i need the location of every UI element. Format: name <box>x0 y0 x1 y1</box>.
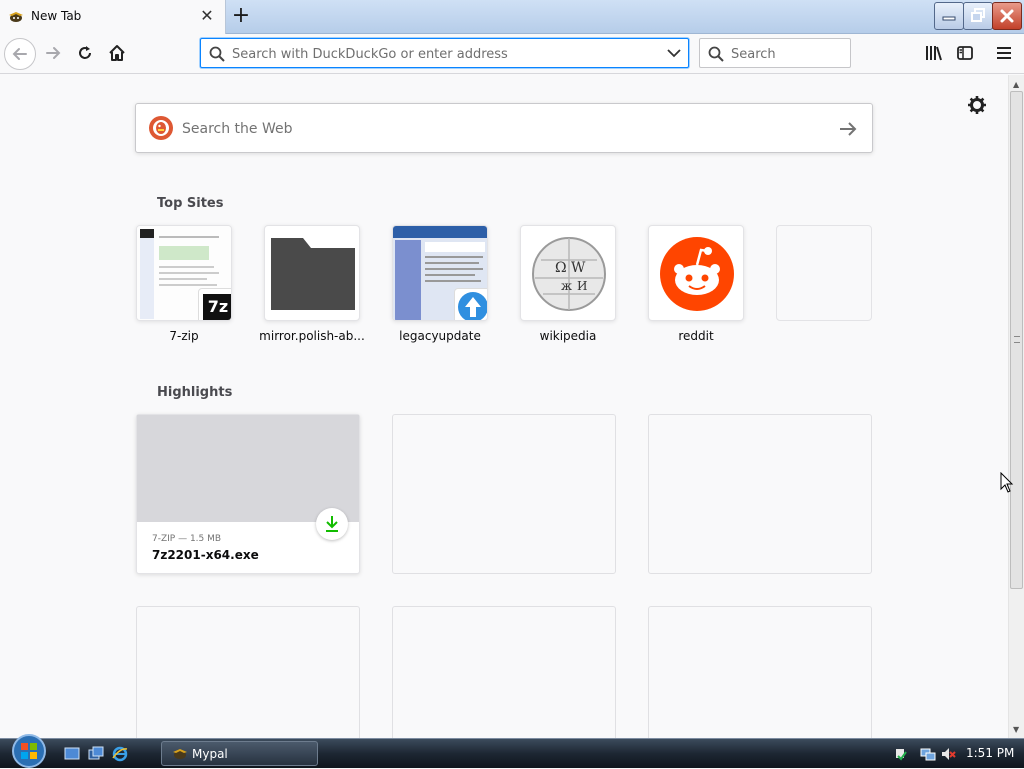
taskbar-clock[interactable]: 1:51 PM <box>966 746 1014 760</box>
empty-site-slot <box>776 225 872 321</box>
sidebar-icon <box>957 46 973 60</box>
close-icon <box>1000 9 1014 23</box>
minimize-button[interactable] <box>934 2 964 30</box>
library-icon <box>926 46 942 61</box>
gear-icon[interactable] <box>967 95 987 115</box>
windows-start-orb-icon[interactable] <box>8 733 50 769</box>
highlights-heading: Highlights <box>157 385 233 400</box>
show-desktop-icon[interactable] <box>64 746 80 762</box>
vertical-scrollbar[interactable]: ▲ ▼ <box>1008 75 1024 738</box>
site-thumbnail: 7z <box>136 225 232 321</box>
site-label: wikipedia <box>539 329 597 343</box>
svg-text:Ω: Ω <box>555 260 567 276</box>
close-window-button[interactable] <box>992 2 1022 30</box>
hamburger-menu-icon <box>997 47 1011 59</box>
taskbar-button-label: Mypal <box>192 747 228 761</box>
new-tab-page: Top Sites 7z 7-zip <box>0 75 1008 738</box>
navigation-toolbar <box>0 34 1024 74</box>
forward-arrow-icon <box>46 47 61 59</box>
top-site-legacyupdate[interactable]: legacyupdate <box>392 225 488 343</box>
top-site-empty[interactable] <box>776 225 872 321</box>
highlight-context: 7-ZIP — 1.5 MB <box>152 534 222 544</box>
site-thumbnail: Ω W ж И <box>520 225 616 321</box>
sidebar-button[interactable] <box>950 38 982 70</box>
back-button[interactable] <box>4 38 36 70</box>
internet-explorer-icon[interactable] <box>112 746 128 762</box>
mypal-icon <box>173 749 187 759</box>
volume-muted-icon[interactable] <box>940 746 956 762</box>
highlight-preview <box>137 415 359 522</box>
download-badge <box>316 508 348 540</box>
tab-title: New Tab <box>31 9 82 23</box>
switch-windows-icon[interactable] <box>88 746 104 762</box>
minimize-icon <box>942 16 956 21</box>
site-thumbnail <box>264 225 360 321</box>
restore-button[interactable] <box>963 2 993 30</box>
tab-new-tab[interactable]: New Tab ✕ <box>0 0 226 34</box>
forward-button[interactable] <box>38 38 70 70</box>
update-arrow-icon <box>454 288 487 320</box>
site-label: 7-zip <box>169 329 199 343</box>
folder-icon <box>271 238 355 310</box>
highlight-placeholder <box>648 414 872 574</box>
7zip-logo-icon: 7z <box>198 288 231 320</box>
highlight-placeholder <box>392 414 616 574</box>
menu-button[interactable] <box>989 38 1021 70</box>
highlight-placeholder <box>648 606 872 738</box>
highlight-placeholder <box>136 606 360 738</box>
top-site-mirror[interactable]: mirror.polish-ab... <box>259 225 365 343</box>
svg-text:ж: ж <box>561 279 572 293</box>
taskbar-button-mypal[interactable]: Mypal <box>161 741 318 766</box>
chevron-down-icon[interactable] <box>667 48 681 58</box>
top-site-reddit[interactable]: reddit <box>648 225 744 343</box>
mypal-icon <box>9 12 23 22</box>
scrollbar-thumb[interactable] <box>1010 91 1023 589</box>
title-bar: New Tab ✕ + <box>0 0 1024 34</box>
web-search-input[interactable] <box>182 119 782 139</box>
site-label: legacyupdate <box>399 329 481 343</box>
top-sites-heading: Top Sites <box>157 196 224 211</box>
duckduckgo-icon <box>149 116 173 140</box>
reddit-logo-icon <box>660 237 734 311</box>
address-bar[interactable] <box>200 38 689 68</box>
back-arrow-icon <box>12 48 27 60</box>
new-tab-button[interactable]: + <box>228 4 254 30</box>
search-input[interactable] <box>731 45 841 63</box>
address-input[interactable] <box>232 45 652 63</box>
top-site-7zip[interactable]: 7z 7-zip <box>136 225 232 343</box>
search-icon <box>209 46 225 62</box>
library-button[interactable] <box>918 38 950 70</box>
highlight-card-download[interactable]: 7-ZIP — 1.5 MB 7z2201-x64.exe <box>136 414 360 574</box>
reload-button[interactable] <box>70 38 102 70</box>
taskbar: Mypal 1:51 PM <box>0 734 1024 768</box>
site-thumbnail <box>648 225 744 321</box>
mouse-pointer-icon <box>1000 472 1014 493</box>
wikipedia-globe-icon: Ω W ж И <box>532 237 606 311</box>
action-center-icon[interactable] <box>892 746 908 762</box>
web-search-box[interactable] <box>135 103 873 153</box>
scroll-up-arrow-icon[interactable]: ▲ <box>1013 80 1019 89</box>
svg-text:И: И <box>577 279 587 293</box>
reload-icon <box>79 46 91 59</box>
site-label: mirror.polish-ab... <box>259 329 365 343</box>
scroll-down-arrow-icon[interactable]: ▼ <box>1013 725 1019 734</box>
highlight-placeholder <box>392 606 616 738</box>
download-icon <box>326 516 338 532</box>
arrow-right-icon[interactable] <box>838 119 858 139</box>
home-button[interactable] <box>102 38 134 70</box>
highlight-filename: 7z2201-x64.exe <box>152 548 259 562</box>
search-icon <box>708 46 724 62</box>
tab-close-icon[interactable]: ✕ <box>198 6 216 26</box>
site-thumbnail <box>392 225 488 321</box>
search-bar[interactable] <box>699 38 851 68</box>
top-site-wikipedia[interactable]: Ω W ж И wikipedia <box>520 225 616 343</box>
restore-icon <box>971 8 985 22</box>
site-label: reddit <box>678 329 714 343</box>
home-icon <box>109 45 125 61</box>
svg-text:W: W <box>571 260 586 276</box>
network-icon[interactable] <box>920 746 936 762</box>
